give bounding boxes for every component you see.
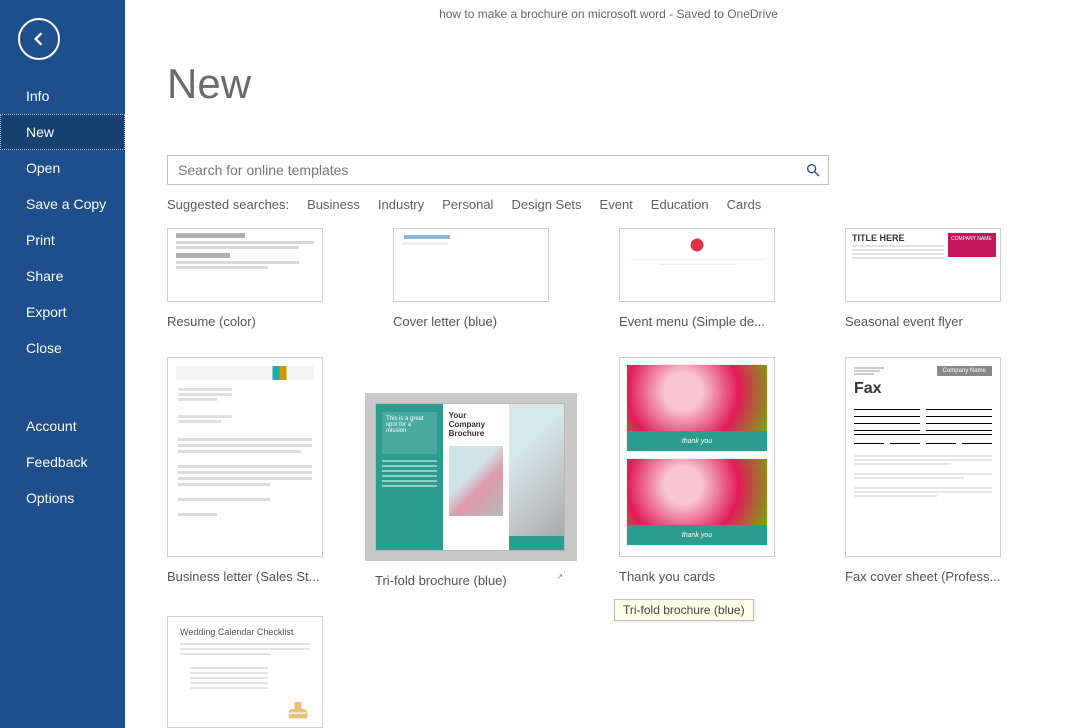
search-icon — [805, 162, 821, 178]
sidebar-item-new[interactable]: New — [0, 114, 125, 150]
cake-icon — [284, 695, 312, 723]
template-thumb-selected-frame: This is a great spot for a mission Your … — [365, 393, 577, 561]
template-thumb — [619, 228, 775, 302]
template-thumb: Wedding Calendar Checklist — [167, 616, 323, 728]
template-card-cover-letter[interactable]: Cover letter (blue) — [393, 228, 549, 329]
suggested-link-business[interactable]: Business — [307, 197, 360, 212]
flyer-title: TITLE HERE — [852, 233, 944, 243]
suggested-link-industry[interactable]: Industry — [378, 197, 424, 212]
template-grid: Resume (color) Cover letter (blue) Event… — [167, 228, 1072, 728]
sidebar-spacer — [0, 366, 125, 408]
template-row: Resume (color) Cover letter (blue) Event… — [167, 228, 1072, 329]
trifold-pitch: This is a great spot for a mission — [382, 412, 437, 454]
flyer-tag: COMPANY NAME — [948, 233, 996, 245]
sidebar-item-print[interactable]: Print — [0, 222, 125, 258]
backstage-main: how to make a brochure on microsoft word… — [125, 0, 1092, 728]
pin-icon[interactable] — [555, 568, 567, 583]
trifold-heading: Your Company Brochure — [449, 412, 504, 438]
backstage-sidebar: Info New Open Save a Copy Print Share Ex… — [0, 0, 125, 728]
sidebar-item-open[interactable]: Open — [0, 150, 125, 186]
template-label: Thank you cards — [619, 569, 775, 584]
window-titlebar: how to make a brochure on microsoft word… — [125, 0, 1092, 28]
sidebar-item-account[interactable]: Account — [0, 408, 125, 444]
suggested-link-event[interactable]: Event — [600, 197, 633, 212]
template-thumb — [167, 357, 323, 557]
suggested-link-education[interactable]: Education — [651, 197, 709, 212]
sidebar-menu: Info New Open Save a Copy Print Share Ex… — [0, 78, 125, 516]
template-card-trifold-brochure[interactable]: This is a great spot for a mission Your … — [365, 393, 577, 588]
sidebar-item-share[interactable]: Share — [0, 258, 125, 294]
template-label: Event menu (Simple de... — [619, 314, 775, 329]
template-card-resume[interactable]: Resume (color) — [167, 228, 323, 329]
sidebar-item-feedback[interactable]: Feedback — [0, 444, 125, 480]
sidebar-item-save-a-copy[interactable]: Save a Copy — [0, 186, 125, 222]
tooltip: Tri-fold brochure (blue) — [614, 599, 754, 621]
template-card-wedding-checklist[interactable]: Wedding Calendar Checklist — [167, 616, 323, 728]
template-card-event-menu[interactable]: Event menu (Simple de... — [619, 228, 775, 329]
suggested-searches: Suggested searches: Business Industry Pe… — [167, 197, 761, 212]
template-thumb: This is a great spot for a mission Your … — [375, 403, 565, 551]
thankyou-text: thank you — [627, 431, 767, 451]
suggested-label: Suggested searches: — [167, 197, 289, 212]
thankyou-text: thank you — [627, 525, 767, 545]
template-label: Business letter (Sales St... — [167, 569, 323, 584]
suggested-link-design-sets[interactable]: Design Sets — [511, 197, 581, 212]
search-button[interactable] — [798, 156, 828, 184]
template-card-seasonal-flyer[interactable]: TITLE HERE COMPANY NAME Seasonal event f… — [845, 228, 1001, 329]
sidebar-item-export[interactable]: Export — [0, 294, 125, 330]
template-thumb: TITLE HERE COMPANY NAME — [845, 228, 1001, 302]
template-label: Resume (color) — [167, 314, 323, 329]
template-label: Tri-fold brochure (blue) — [365, 573, 577, 588]
template-label: Cover letter (blue) — [393, 314, 549, 329]
template-label: Fax cover sheet (Profess... — [845, 569, 1001, 584]
wedding-title: Wedding Calendar Checklist — [180, 627, 310, 637]
template-card-fax-cover[interactable]: Company Name Fax — [845, 357, 1001, 588]
template-thumb: thank you thank you — [619, 357, 775, 557]
template-card-thank-you[interactable]: thank you thank you Thank you cards — [619, 357, 775, 588]
template-thumb: Company Name Fax — [845, 357, 1001, 557]
sidebar-item-options[interactable]: Options — [0, 480, 125, 516]
search-input[interactable] — [168, 156, 798, 184]
page-title: New — [167, 60, 251, 108]
suggested-link-personal[interactable]: Personal — [442, 197, 493, 212]
template-thumb — [393, 228, 549, 302]
sidebar-item-close[interactable]: Close — [0, 330, 125, 366]
template-row: Wedding Calendar Checklist — [167, 616, 1072, 728]
template-row: Business letter (Sales St... This is a g… — [167, 357, 1072, 588]
sidebar-item-info[interactable]: Info — [0, 78, 125, 114]
template-label: Seasonal event flyer — [845, 314, 1001, 329]
template-card-business-letter[interactable]: Business letter (Sales St... — [167, 357, 323, 588]
suggested-link-cards[interactable]: Cards — [727, 197, 762, 212]
template-search — [167, 155, 829, 185]
template-thumb — [167, 228, 323, 302]
back-button[interactable] — [18, 18, 60, 60]
fax-title: Fax — [854, 380, 992, 398]
fax-company: Company Name — [937, 366, 992, 376]
back-arrow-icon — [29, 29, 49, 49]
